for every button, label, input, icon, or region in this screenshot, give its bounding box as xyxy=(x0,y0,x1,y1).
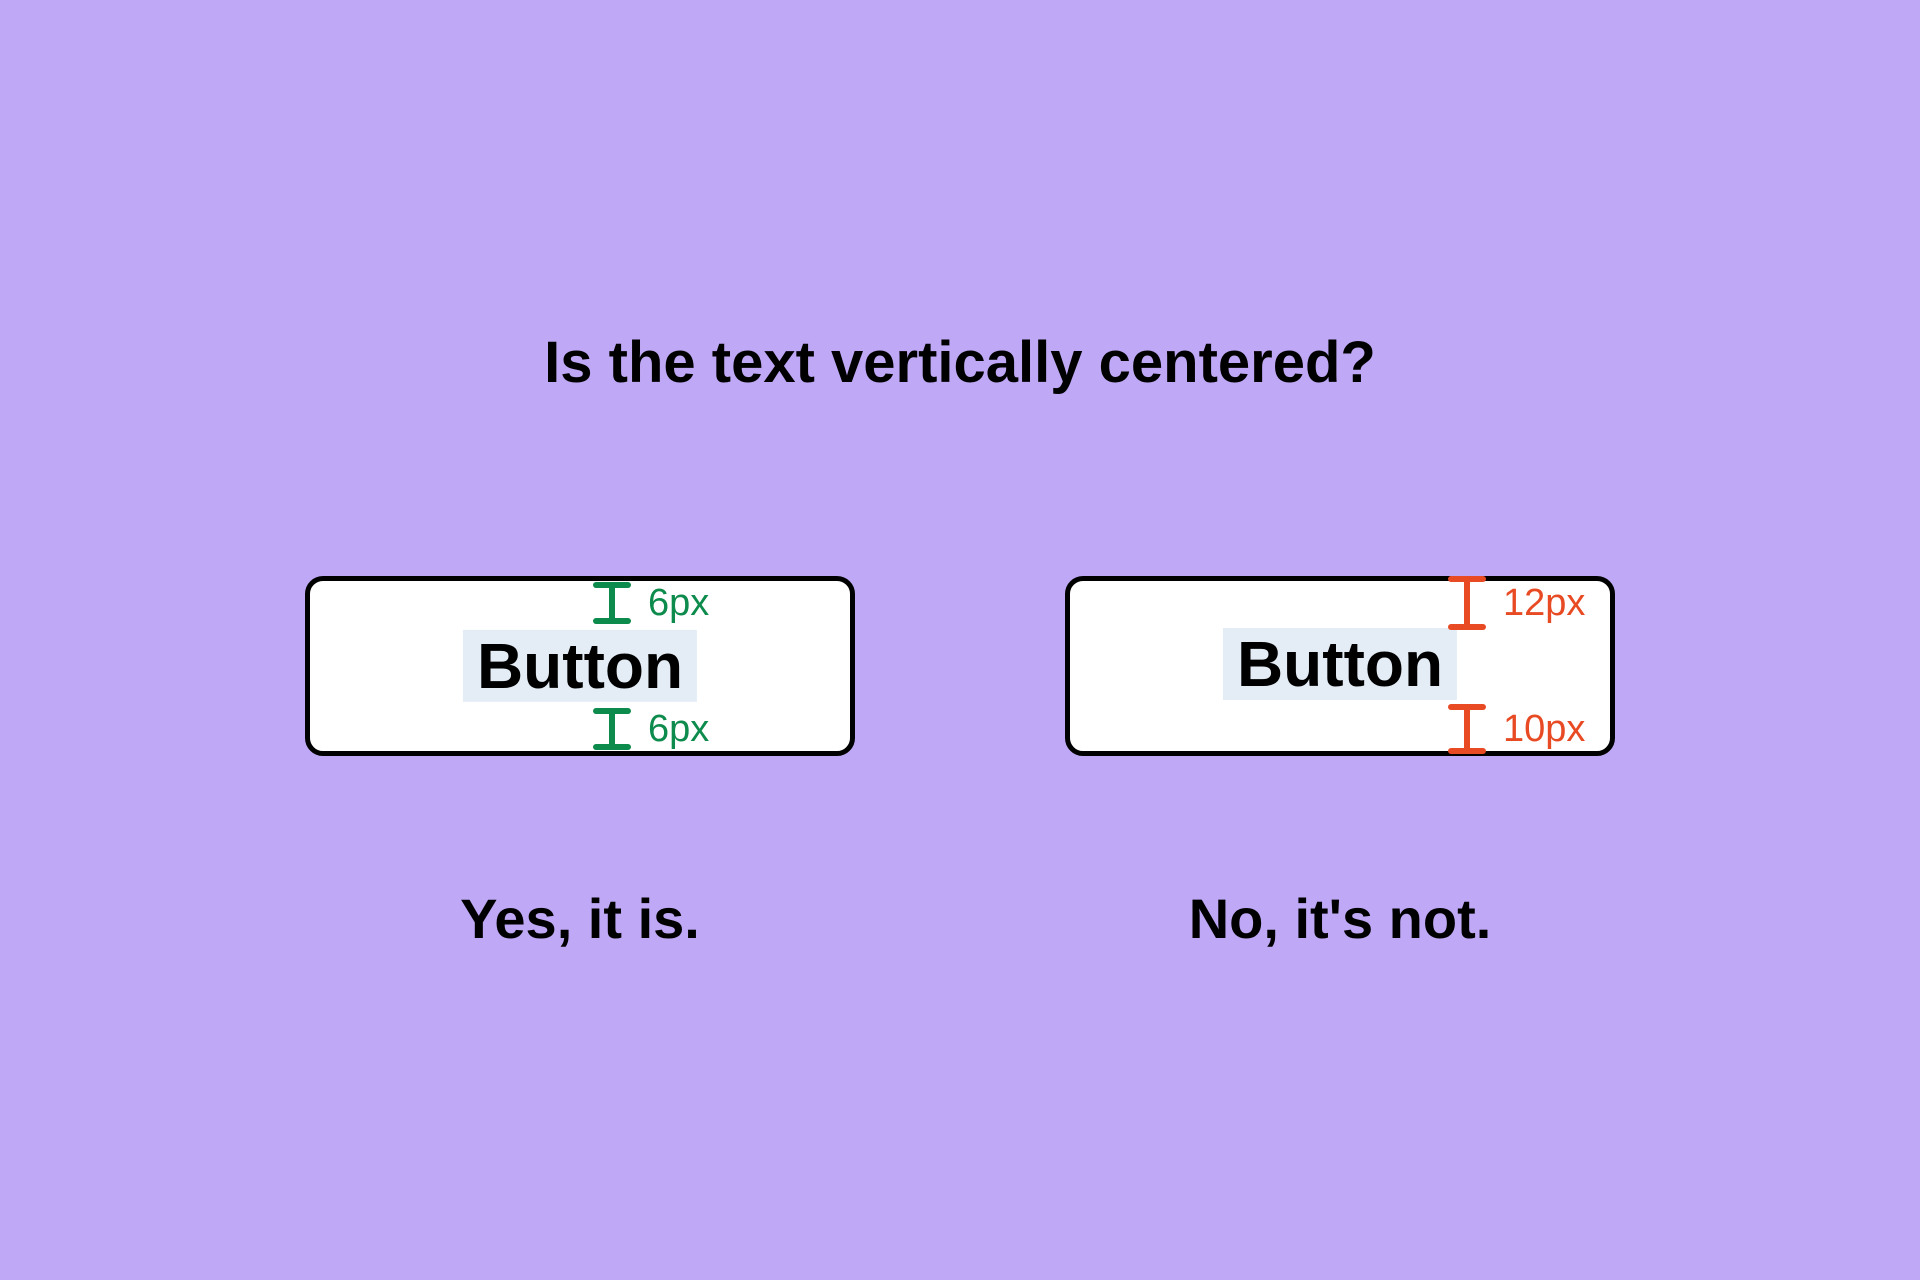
example-offset: Button 12px xyxy=(1065,576,1615,951)
measure-label-top-centered: 6px xyxy=(648,582,709,625)
measure-top-offset: 12px xyxy=(1445,575,1585,631)
bracket-icon xyxy=(590,707,634,751)
examples-row: Button 6px xyxy=(305,576,1615,951)
button-box-offset: Button 12px xyxy=(1065,576,1615,756)
button-label-offset: Button xyxy=(1223,628,1457,700)
button-wrap-centered: Button 6px xyxy=(305,576,855,756)
bracket-icon xyxy=(590,581,634,625)
measure-top-centered: 6px xyxy=(590,581,709,625)
bracket-icon xyxy=(1445,703,1489,755)
example-centered: Button 6px xyxy=(305,576,855,951)
measure-label-bottom-centered: 6px xyxy=(648,708,709,751)
diagram-title: Is the text vertically centered? xyxy=(544,329,1376,396)
caption-centered: Yes, it is. xyxy=(460,886,700,951)
diagram-container: Is the text vertically centered? Button xyxy=(0,329,1920,951)
button-text-wrap-offset: Button xyxy=(1223,621,1457,707)
button-wrap-offset: Button 12px xyxy=(1065,576,1615,756)
button-box-centered: Button 6px xyxy=(305,576,855,756)
measure-bottom-offset: 10px xyxy=(1445,703,1585,755)
caption-offset: No, it's not. xyxy=(1189,886,1492,951)
button-text-wrap-centered: Button xyxy=(463,623,697,709)
measure-label-top-offset: 12px xyxy=(1503,582,1585,625)
measure-bottom-centered: 6px xyxy=(590,707,709,751)
measure-label-bottom-offset: 10px xyxy=(1503,708,1585,751)
button-label-centered: Button xyxy=(463,630,697,702)
